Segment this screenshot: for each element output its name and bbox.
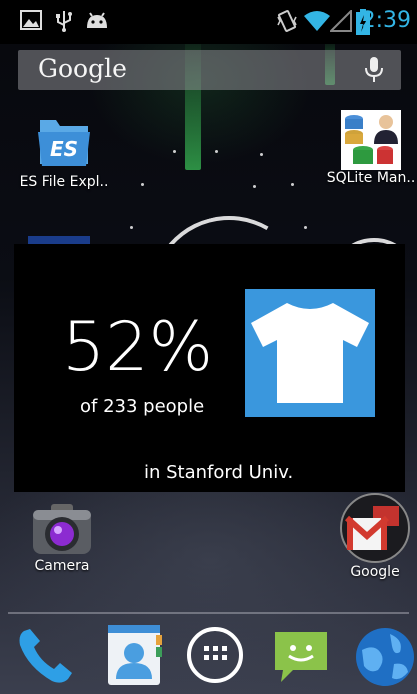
messaging-icon[interactable] xyxy=(271,628,331,690)
wallpaper-star xyxy=(304,226,307,229)
survey-widget[interactable]: 52% of 233 people in Stanford Univ. xyxy=(14,244,405,492)
app-es-file-explorer[interactable]: ES ES File Expl.. xyxy=(14,110,114,190)
widget-percentage: 52% xyxy=(62,308,214,387)
camera-icon xyxy=(31,500,93,558)
widget-location: in Stanford Univ. xyxy=(144,462,294,483)
widget-people-count: of 233 people xyxy=(80,396,205,417)
google-search-bar[interactable]: Google xyxy=(18,50,401,90)
dock-divider xyxy=(8,612,409,614)
wallpaper-star xyxy=(173,150,176,153)
wallpaper-star xyxy=(130,226,133,229)
sqlite-manager-icon xyxy=(341,110,401,170)
es-file-explorer-icon: ES xyxy=(32,110,96,174)
google-logo: Google xyxy=(38,54,127,83)
contacts-icon[interactable] xyxy=(104,623,164,691)
app-camera[interactable]: Camera xyxy=(24,500,100,574)
app-label: Camera xyxy=(34,558,90,574)
usb-icon xyxy=(55,10,73,36)
status-bar: 2:39 xyxy=(0,0,417,44)
app-drawer-icon[interactable] xyxy=(186,626,244,688)
signal-icon xyxy=(328,8,352,36)
gmail-icon xyxy=(339,492,411,564)
wallpaper-blue-strip xyxy=(28,236,90,244)
folder-google[interactable]: Google xyxy=(336,492,414,580)
wallpaper-star xyxy=(291,183,294,186)
svg-text:ES: ES xyxy=(50,137,78,161)
wifi-icon xyxy=(303,10,331,36)
wallpaper-star xyxy=(141,183,144,186)
app-label: ES File Expl.. xyxy=(19,174,109,190)
wallpaper-star xyxy=(215,150,218,153)
app-sqlite-manager[interactable]: SQLite Man.. xyxy=(326,110,416,186)
app-label: Google xyxy=(350,564,400,580)
t-shirt-icon xyxy=(245,289,375,417)
wallpaper-star xyxy=(253,185,256,188)
browser-icon[interactable] xyxy=(354,626,416,692)
status-clock: 2:39 xyxy=(361,8,411,33)
image-icon xyxy=(20,10,42,34)
phone-icon[interactable] xyxy=(14,623,78,691)
android-debug-icon xyxy=(84,10,110,34)
vibrate-icon xyxy=(276,9,298,37)
mic-icon[interactable] xyxy=(363,56,385,84)
wallpaper-star xyxy=(260,153,263,156)
app-label: SQLite Man.. xyxy=(326,170,416,186)
